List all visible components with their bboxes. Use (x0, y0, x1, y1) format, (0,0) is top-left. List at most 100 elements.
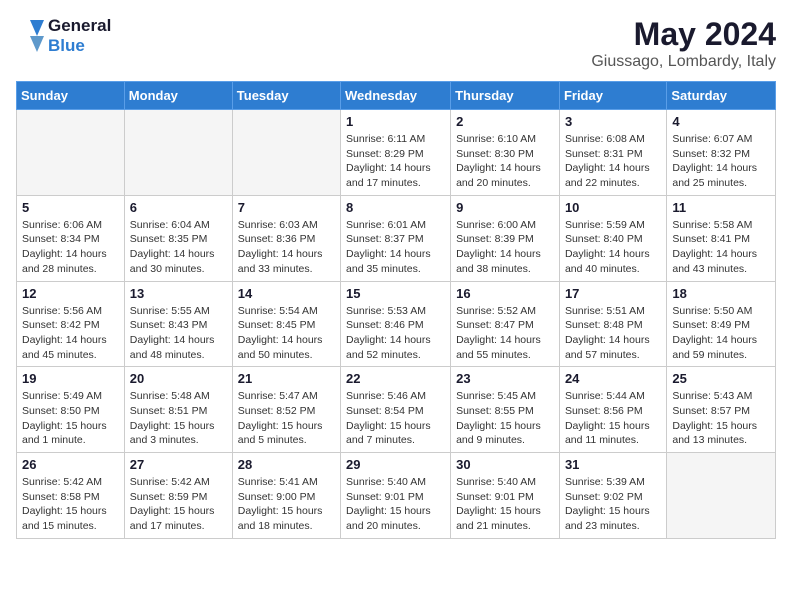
month-year: May 2024 (591, 16, 776, 53)
day-info: Sunrise: 5:42 AM Sunset: 8:59 PM Dayligh… (130, 475, 227, 534)
weekday-header-wednesday: Wednesday (341, 82, 451, 110)
calendar-cell (124, 110, 232, 196)
calendar-cell: 27 Sunrise: 5:42 AM Sunset: 8:59 PM Dayli… (124, 453, 232, 539)
calendar-cell: 5Sunrise: 6:06 AM Sunset: 8:34 PM Daylig… (17, 195, 125, 281)
logo-general: General (48, 16, 111, 36)
day-number: 14 (238, 286, 335, 301)
weekday-header-friday: Friday (559, 82, 666, 110)
calendar-cell (232, 110, 340, 196)
day-number: 4 (672, 114, 770, 129)
day-info: Sunrise: 6:00 AM Sunset: 8:39 PM Dayligh… (456, 218, 554, 277)
day-info: Sunrise: 6:11 AM Sunset: 8:29 PM Dayligh… (346, 132, 445, 191)
day-number: 25 (672, 371, 770, 386)
day-number: 15 (346, 286, 445, 301)
day-info: Sunrise: 5:40 AM Sunset: 9:01 PM Dayligh… (456, 475, 554, 534)
day-info: Sunrise: 6:04 AM Sunset: 8:35 PM Dayligh… (130, 218, 227, 277)
logo: General Blue (16, 16, 111, 56)
calendar-cell: 9Sunrise: 6:00 AM Sunset: 8:39 PM Daylig… (451, 195, 560, 281)
logo-blue: Blue (48, 36, 111, 56)
location: Giussago, Lombardy, Italy (591, 53, 776, 71)
calendar-cell: 18 Sunrise: 5:50 AM Sunset: 8:49 PM Dayli… (667, 281, 776, 367)
day-number: 6 (130, 200, 227, 215)
day-number: 5 (22, 200, 119, 215)
title-block: May 2024 Giussago, Lombardy, Italy (591, 16, 776, 71)
calendar-cell: 4 Sunrise: 6:07 AM Sunset: 8:32 PM Daylig… (667, 110, 776, 196)
day-number: 22 (346, 371, 445, 386)
calendar-cell: 21Sunrise: 5:47 AM Sunset: 8:52 PM Dayli… (232, 367, 340, 453)
calendar-cell: 23Sunrise: 5:45 AM Sunset: 8:55 PM Dayli… (451, 367, 560, 453)
day-number: 2 (456, 114, 554, 129)
day-number: 17 (565, 286, 661, 301)
day-info: Sunrise: 5:53 AM Sunset: 8:46 PM Dayligh… (346, 304, 445, 363)
day-number: 1 (346, 114, 445, 129)
day-info: Sunrise: 5:54 AM Sunset: 8:45 PM Dayligh… (238, 304, 335, 363)
calendar-cell: 6 Sunrise: 6:04 AM Sunset: 8:35 PM Daylig… (124, 195, 232, 281)
calendar-cell: 30 Sunrise: 5:40 AM Sunset: 9:01 PM Dayli… (451, 453, 560, 539)
weekday-header-tuesday: Tuesday (232, 82, 340, 110)
calendar-cell: 15 Sunrise: 5:53 AM Sunset: 8:46 PM Dayli… (341, 281, 451, 367)
day-info: Sunrise: 5:55 AM Sunset: 8:43 PM Dayligh… (130, 304, 227, 363)
day-info: Sunrise: 6:01 AM Sunset: 8:37 PM Dayligh… (346, 218, 445, 277)
day-info: Sunrise: 5:51 AM Sunset: 8:48 PM Dayligh… (565, 304, 661, 363)
day-number: 27 (130, 457, 227, 472)
day-info: Sunrise: 6:08 AM Sunset: 8:31 PM Dayligh… (565, 132, 661, 191)
calendar-cell: 12Sunrise: 5:56 AM Sunset: 8:42 PM Dayli… (17, 281, 125, 367)
week-row-2: 5Sunrise: 6:06 AM Sunset: 8:34 PM Daylig… (17, 195, 776, 281)
day-number: 26 (22, 457, 119, 472)
calendar-cell: 14 Sunrise: 5:54 AM Sunset: 8:45 PM Dayli… (232, 281, 340, 367)
calendar-cell: 24 Sunrise: 5:44 AM Sunset: 8:56 PM Dayli… (559, 367, 666, 453)
day-info: Sunrise: 5:50 AM Sunset: 8:49 PM Dayligh… (672, 304, 770, 363)
calendar-cell: 22 Sunrise: 5:46 AM Sunset: 8:54 PM Dayli… (341, 367, 451, 453)
day-number: 7 (238, 200, 335, 215)
day-info: Sunrise: 5:49 AM Sunset: 8:50 PM Dayligh… (22, 389, 119, 448)
day-number: 13 (130, 286, 227, 301)
calendar-cell: 13 Sunrise: 5:55 AM Sunset: 8:43 PM Dayli… (124, 281, 232, 367)
logo-svg-icon (16, 16, 44, 56)
day-number: 10 (565, 200, 661, 215)
day-number: 18 (672, 286, 770, 301)
calendar-cell: 29 Sunrise: 5:40 AM Sunset: 9:01 PM Dayli… (341, 453, 451, 539)
day-number: 16 (456, 286, 554, 301)
day-number: 19 (22, 371, 119, 386)
day-info: Sunrise: 5:48 AM Sunset: 8:51 PM Dayligh… (130, 389, 227, 448)
calendar-cell: 31 Sunrise: 5:39 AM Sunset: 9:02 PM Dayli… (559, 453, 666, 539)
day-number: 24 (565, 371, 661, 386)
calendar-cell: 1 Sunrise: 6:11 AM Sunset: 8:29 PM Daylig… (341, 110, 451, 196)
day-number: 3 (565, 114, 661, 129)
day-info: Sunrise: 5:44 AM Sunset: 8:56 PM Dayligh… (565, 389, 661, 448)
day-info: Sunrise: 5:40 AM Sunset: 9:01 PM Dayligh… (346, 475, 445, 534)
day-info: Sunrise: 5:58 AM Sunset: 8:41 PM Dayligh… (672, 218, 770, 277)
calendar-cell: 17 Sunrise: 5:51 AM Sunset: 8:48 PM Dayli… (559, 281, 666, 367)
day-number: 8 (346, 200, 445, 215)
week-row-3: 12Sunrise: 5:56 AM Sunset: 8:42 PM Dayli… (17, 281, 776, 367)
calendar-cell: 26Sunrise: 5:42 AM Sunset: 8:58 PM Dayli… (17, 453, 125, 539)
day-number: 31 (565, 457, 661, 472)
day-info: Sunrise: 5:52 AM Sunset: 8:47 PM Dayligh… (456, 304, 554, 363)
weekday-header-saturday: Saturday (667, 82, 776, 110)
day-number: 29 (346, 457, 445, 472)
day-number: 12 (22, 286, 119, 301)
day-number: 20 (130, 371, 227, 386)
day-number: 30 (456, 457, 554, 472)
week-row-5: 26Sunrise: 5:42 AM Sunset: 8:58 PM Dayli… (17, 453, 776, 539)
weekday-header-sunday: Sunday (17, 82, 125, 110)
day-info: Sunrise: 5:46 AM Sunset: 8:54 PM Dayligh… (346, 389, 445, 448)
calendar-cell (17, 110, 125, 196)
day-number: 28 (238, 457, 335, 472)
calendar-cell: 28 Sunrise: 5:41 AM Sunset: 9:00 PM Dayli… (232, 453, 340, 539)
weekday-header-monday: Monday (124, 82, 232, 110)
calendar-cell: 11Sunrise: 5:58 AM Sunset: 8:41 PM Dayli… (667, 195, 776, 281)
day-info: Sunrise: 5:43 AM Sunset: 8:57 PM Dayligh… (672, 389, 770, 448)
page-header: General Blue May 2024 Giussago, Lombardy… (16, 16, 776, 71)
calendar-cell: 19 Sunrise: 5:49 AM Sunset: 8:50 PM Dayli… (17, 367, 125, 453)
day-info: Sunrise: 5:45 AM Sunset: 8:55 PM Dayligh… (456, 389, 554, 448)
week-row-1: 1 Sunrise: 6:11 AM Sunset: 8:29 PM Daylig… (17, 110, 776, 196)
day-info: Sunrise: 6:07 AM Sunset: 8:32 PM Dayligh… (672, 132, 770, 191)
calendar-cell: 8 Sunrise: 6:01 AM Sunset: 8:37 PM Daylig… (341, 195, 451, 281)
week-row-4: 19 Sunrise: 5:49 AM Sunset: 8:50 PM Dayli… (17, 367, 776, 453)
day-info: Sunrise: 5:39 AM Sunset: 9:02 PM Dayligh… (565, 475, 661, 534)
calendar-table: SundayMondayTuesdayWednesdayThursdayFrid… (16, 81, 776, 539)
weekday-header-thursday: Thursday (451, 82, 560, 110)
calendar-cell (667, 453, 776, 539)
day-info: Sunrise: 5:41 AM Sunset: 9:00 PM Dayligh… (238, 475, 335, 534)
